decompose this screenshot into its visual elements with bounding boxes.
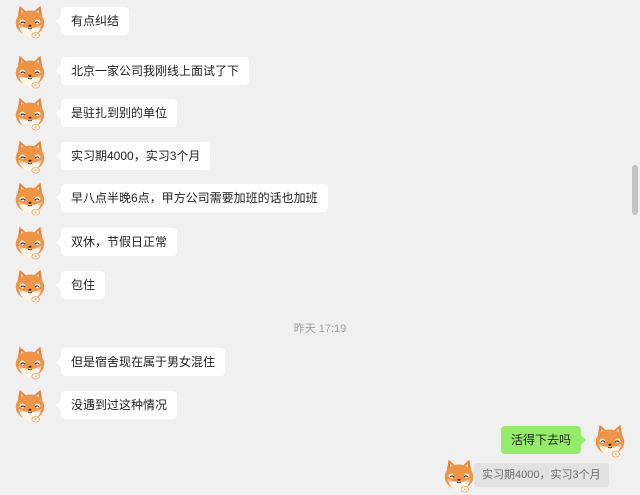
contact-avatar[interactable] [11,386,49,424]
message-bubble[interactable]: 是驻扎到别的单位 [55,99,178,127]
shiba-dog-icon [11,179,49,217]
contact-avatar[interactable] [11,266,49,304]
message-row: 实习期4000，实习3个月 [11,137,211,175]
quoted-avatar [440,456,478,494]
shiba-dog-icon [11,223,49,261]
message-bubble[interactable]: 双休，节假日正常 [55,228,178,256]
shiba-dog-icon [11,343,49,381]
contact-avatar[interactable] [11,343,49,381]
shiba-dog-icon [591,421,629,459]
message-row: 但是宿舍现在属于男女混住 [11,343,226,381]
my-message-bubble[interactable]: 活得下去吗 [500,426,587,454]
contact-avatar[interactable] [11,2,49,40]
shiba-dog-icon [11,94,49,132]
message-row: 是驻扎到别的单位 [11,94,178,132]
message-timestamp: 昨天 17:19 [293,323,347,335]
my-message-row: 活得下去吗 [500,421,629,459]
message-row: 双休，节假日正常 [11,223,178,261]
message-bubble[interactable]: 实习期4000，实习3个月 [55,142,211,170]
contact-avatar[interactable] [11,179,49,217]
message-bubble[interactable]: 但是宿舍现在属于男女混住 [55,348,226,376]
contact-avatar[interactable] [11,137,49,175]
message-row: 包住 [11,266,106,304]
message-row: 北京一家公司我刚线上面试了下 [11,52,250,90]
message-row: 早八点半晚6点，甲方公司需要加班的话也加班 [11,179,328,217]
shiba-dog-icon [11,137,49,175]
quoted-text: 实习期4000，实习3个月 [474,463,609,487]
message-bubble[interactable]: 包住 [55,271,106,299]
message-bubble[interactable]: 早八点半晚6点，甲方公司需要加班的话也加班 [56,184,328,212]
shiba-dog-icon [440,456,478,494]
shiba-dog-icon [11,266,49,304]
contact-avatar[interactable] [11,52,49,90]
message-bubble[interactable]: 北京一家公司我刚线上面试了下 [55,57,250,85]
shiba-dog-icon [11,2,49,40]
message-bubble[interactable]: 没遇到过这种情况 [55,391,178,419]
shiba-dog-icon [11,386,49,424]
chat-area[interactable]: 有点纠结 北京一家公司我刚线上面试了下 是驻扎到别的单位 实习期4000，实习3… [0,0,640,495]
message-bubble[interactable]: 有点纠结 [55,7,130,35]
contact-avatar[interactable] [11,223,49,261]
scrollbar-thumb[interactable] [632,165,638,215]
contact-avatar[interactable] [11,94,49,132]
quoted-message[interactable]: 实习期4000，实习3个月 [440,456,609,494]
message-row: 没遇到过这种情况 [11,386,178,424]
message-row: 有点纠结 [11,2,130,40]
my-avatar[interactable] [591,421,629,459]
shiba-dog-icon [11,52,49,90]
